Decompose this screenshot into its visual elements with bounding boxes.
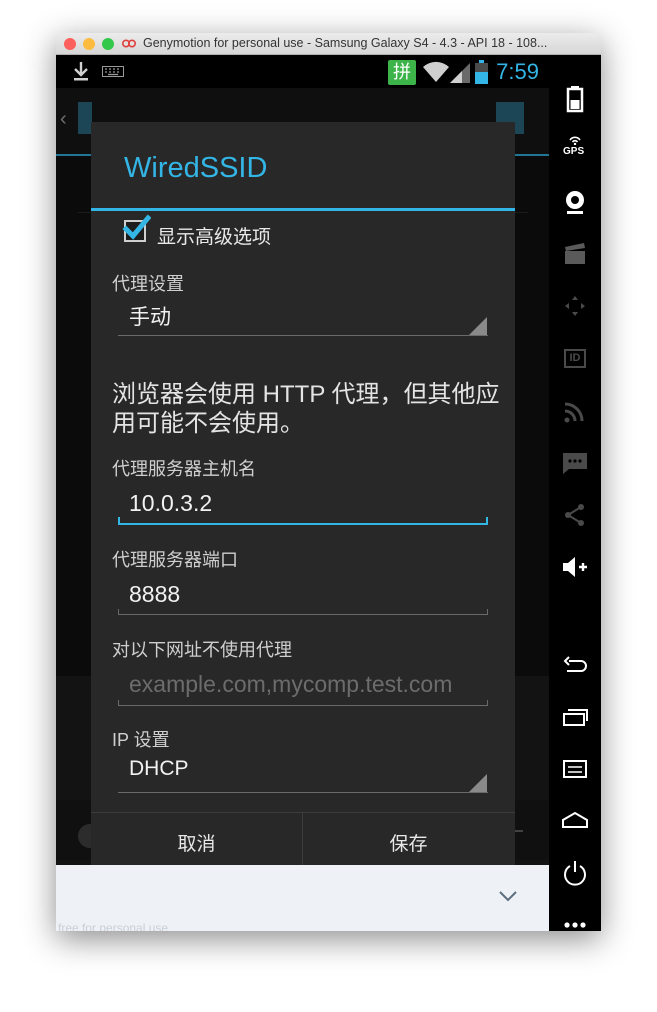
emulator-window: Genymotion for personal use - Samsung Ga… — [56, 33, 601, 931]
keyboard-icon — [102, 66, 124, 77]
more-icon[interactable] — [559, 909, 591, 941]
keyboard-collapse-strip: free for personal use — [56, 865, 549, 931]
zoom-window-button[interactable] — [102, 38, 114, 50]
back-icon[interactable] — [559, 649, 591, 681]
proxy-settings-label: 代理设置 — [112, 274, 184, 294]
home-icon[interactable] — [559, 805, 591, 837]
wifi-config-dialog: WiredSSID 显示高级选项 代理设置 手动 浏览器会使用 HTTP 代理，… — [91, 122, 515, 877]
proxy-hostname-label: 代理服务器主机名 — [112, 459, 256, 479]
chevron-down-icon[interactable] — [498, 889, 518, 903]
window-titlebar: Genymotion for personal use - Samsung Ga… — [56, 33, 601, 55]
genymotion-logo-icon — [122, 39, 136, 48]
emulator-sidebar: GPS ID — [549, 55, 601, 931]
sms-icon[interactable] — [559, 447, 591, 479]
ip-settings-spinner[interactable]: DHCP — [118, 752, 488, 792]
camera-icon[interactable] — [559, 186, 591, 218]
signal-icon — [450, 63, 470, 83]
spinner-arrow-icon — [469, 317, 487, 335]
status-bar: 拼 7:59 — [56, 55, 549, 88]
proxy-port-input[interactable]: 8888 — [118, 573, 488, 615]
battery-widget-icon[interactable] — [559, 83, 591, 115]
proxy-hostname-value: 10.0.3.2 — [129, 490, 213, 516]
id-label: ID — [564, 349, 586, 368]
recent-apps-icon[interactable] — [559, 701, 591, 733]
hostname-focus-line — [118, 523, 488, 525]
minimize-window-button[interactable] — [83, 38, 95, 50]
proxy-settings-value: 手动 — [129, 306, 171, 329]
window-title: Genymotion for personal use - Samsung Ga… — [143, 36, 548, 50]
dialog-title: WiredSSID — [124, 152, 268, 184]
share-icon[interactable] — [559, 499, 591, 531]
rss-icon[interactable] — [559, 395, 591, 427]
spinner-arrow-icon — [469, 774, 487, 792]
proxy-port-label: 代理服务器端口 — [112, 550, 238, 570]
ip-settings-value: DHCP — [129, 757, 189, 780]
clapper-icon[interactable] — [559, 238, 591, 270]
watermark-text: free for personal use — [58, 921, 169, 931]
proxy-hostname-input[interactable]: 10.0.3.2 — [118, 482, 488, 524]
volume-up-icon[interactable] — [559, 551, 591, 583]
ip-settings-label: IP 设置 — [112, 730, 170, 750]
dpad-icon[interactable] — [559, 290, 591, 322]
proxy-settings-spinner[interactable]: 手动 — [118, 296, 488, 336]
battery-icon — [475, 60, 488, 84]
menu-icon[interactable] — [559, 753, 591, 785]
id-icon[interactable]: ID — [559, 343, 591, 375]
bypass-input[interactable]: example.com,mycomp.test.com — [118, 663, 488, 705]
wifi-icon — [423, 61, 449, 82]
advanced-options-label[interactable]: 显示高级选项 — [157, 222, 271, 249]
gps-icon[interactable]: GPS — [559, 135, 591, 167]
close-window-button[interactable] — [64, 38, 76, 50]
bypass-placeholder: example.com,mycomp.test.com — [129, 671, 453, 697]
android-screen: 拼 7:59 ‹ WiredSSID 显示高级选项 代理设置 手动 浏览器会使用… — [56, 55, 549, 931]
bypass-label: 对以下网址不使用代理 — [112, 640, 292, 660]
gps-label: GPS — [563, 146, 585, 157]
power-icon[interactable] — [559, 857, 591, 889]
download-icon — [74, 62, 88, 81]
proxy-port-value: 8888 — [129, 581, 181, 607]
checkmark-icon — [122, 214, 151, 240]
status-time: 7:59 — [496, 59, 539, 84]
title-divider — [91, 208, 515, 211]
proxy-warning-text: 浏览器会使用 HTTP 代理，但其他应用可能不会使用。 — [112, 381, 500, 437]
ime-icon: 拼 — [388, 60, 416, 85]
